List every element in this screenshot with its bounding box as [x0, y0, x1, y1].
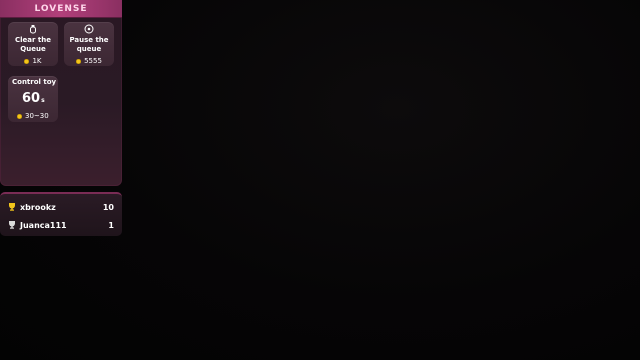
coin-icon: [76, 58, 82, 64]
pause-queue-line2: queue: [76, 45, 102, 53]
leaderboard-name: xbrookz: [20, 202, 56, 212]
panel-header: LOVENSE: [0, 0, 122, 18]
clear-queue-line1: Clear the: [15, 36, 51, 44]
clear-queue-button[interactable]: Clear the Queue 1K: [8, 22, 58, 66]
control-toy-button[interactable]: Control toy 60s 30~30: [8, 76, 58, 122]
pause-queue-button[interactable]: Pause the queue 5555: [64, 22, 114, 66]
coin-icon: [24, 58, 30, 64]
leaderboard-score: 1: [108, 220, 114, 230]
control-toy-title: Control toy: [12, 78, 57, 86]
pause-queue-line1: Pause the: [69, 36, 109, 44]
pause-circle-icon: [84, 24, 94, 34]
pause-queue-price-value: 5555: [84, 57, 102, 65]
control-toy-amount: 60s: [22, 91, 45, 106]
leaderboard-score: 10: [102, 202, 114, 212]
trophy-icon: [9, 203, 15, 211]
clear-queue-price: 1K: [8, 57, 58, 65]
leaderboard-row: Juanca111 1: [0, 217, 122, 233]
lovense-panel: LOVENSE Clear the Queue 1K Pause the que…: [0, 0, 122, 186]
leaderboard: xbrookz 10 Juanca111 1: [0, 192, 122, 236]
control-toy-price: 30~30: [17, 112, 49, 120]
control-toy-price-value: 30~30: [25, 112, 49, 120]
leaderboard-row: xbrookz 10: [0, 199, 122, 215]
clear-queue-line2: Queue: [20, 45, 46, 53]
control-toy-seconds: 60: [22, 91, 41, 106]
coin-icon: [17, 113, 22, 119]
pause-queue-price: 5555: [64, 57, 114, 65]
trophy-icon: [9, 221, 15, 229]
clear-queue-label: Clear the Queue: [8, 36, 58, 54]
pause-queue-label: Pause the queue: [64, 36, 114, 54]
leaderboard-name: Juanca111: [20, 220, 67, 230]
toy-icon: [30, 25, 36, 34]
clear-queue-price-value: 1K: [32, 57, 42, 65]
brand-logo: LOVENSE: [34, 3, 88, 14]
control-toy-unit: s: [41, 97, 45, 104]
